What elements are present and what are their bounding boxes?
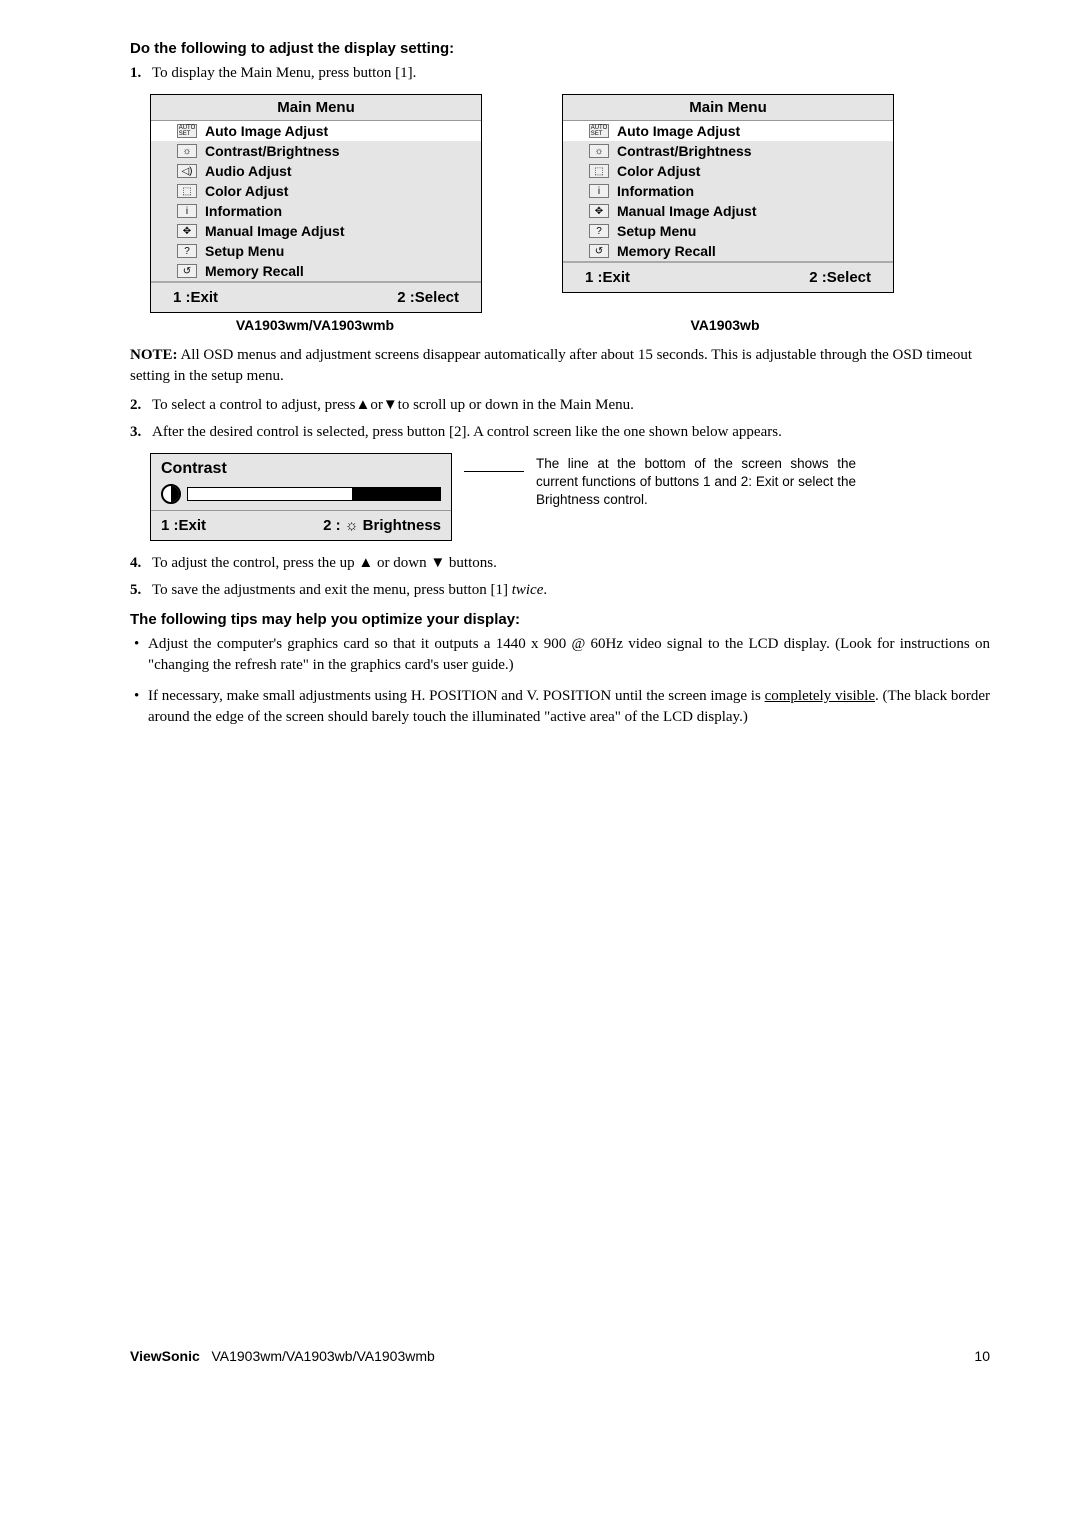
menu-item-color-adjust[interactable]: ⬚ Color Adjust	[151, 181, 481, 201]
step-5: To save the adjustments and exit the men…	[130, 580, 990, 601]
step-1: To display the Main Menu, press button […	[130, 63, 990, 84]
menu-item-auto-image-adjust[interactable]: AUTOSET Auto Image Adjust	[151, 121, 481, 141]
menu-item-label: Auto Image Adjust	[617, 123, 740, 139]
menu-item-label: Memory Recall	[617, 243, 716, 259]
slider-track[interactable]	[187, 487, 441, 501]
brightness-label[interactable]: 2 : ☼ Brightness	[323, 517, 441, 534]
menu-item-label: Contrast/Brightness	[617, 143, 752, 159]
page-number: 10	[974, 1348, 990, 1364]
menu-item-label: Auto Image Adjust	[205, 123, 328, 139]
menu-item-contrast-brightness[interactable]: ☼ Contrast/Brightness	[151, 141, 481, 161]
exit-label[interactable]: 1 :Exit	[161, 517, 206, 534]
brightness-icon: ☼	[589, 144, 609, 158]
main-menu-right: Main Menu AUTOSET Auto Image Adjust ☼ Co…	[562, 94, 894, 293]
menu-item-contrast-brightness[interactable]: ☼ Contrast/Brightness	[563, 141, 893, 161]
menu-footer: 1 :Exit 2 :Select	[151, 281, 481, 312]
brightness-icon: ☼	[177, 144, 197, 158]
contrast-title: Contrast	[161, 460, 441, 478]
menu-item-memory-recall[interactable]: ↺ Memory Recall	[563, 241, 893, 261]
exit-label[interactable]: 1 :Exit	[585, 269, 630, 286]
select-label[interactable]: 2 :Select	[809, 269, 871, 286]
slider-fill	[352, 488, 440, 500]
page-footer: ViewSonic VA1903wm/VA1903wb/VA1903wmb 10	[130, 1348, 990, 1364]
leader-line	[464, 471, 524, 472]
menu-item-label: Manual Image Adjust	[617, 203, 757, 219]
side-note: The line at the bottom of the screen sho…	[536, 455, 856, 510]
tip-1: Adjust the computer's graphics card so t…	[130, 634, 990, 676]
section-heading-2: The following tips may help you optimize…	[130, 611, 990, 628]
contrast-control-panel: Contrast 1 :Exit 2 : ☼ Brightness	[150, 453, 452, 541]
menu-item-auto-image-adjust[interactable]: AUTOSET Auto Image Adjust	[563, 121, 893, 141]
move-icon: ✥	[177, 224, 197, 238]
contrast-slider[interactable]	[161, 484, 441, 504]
menu-item-label: Setup Menu	[205, 243, 284, 259]
caption-left: VA1903wm/VA1903wmb	[150, 317, 480, 333]
contrast-footer: 1 :Exit 2 : ☼ Brightness	[151, 511, 451, 540]
info-icon: i	[177, 204, 197, 218]
recall-icon: ↺	[589, 244, 609, 258]
menu-item-setup-menu[interactable]: ? Setup Menu	[151, 241, 481, 261]
contrast-knob-icon	[161, 484, 181, 504]
section-heading: Do the following to adjust the display s…	[130, 40, 990, 57]
menu-item-information[interactable]: i Information	[151, 201, 481, 221]
auto-set-icon: AUTOSET	[589, 124, 609, 138]
menu-item-label: Color Adjust	[617, 163, 700, 179]
info-icon: i	[589, 184, 609, 198]
menu-item-color-adjust[interactable]: ⬚ Color Adjust	[563, 161, 893, 181]
tip-2: If necessary, make small adjustments usi…	[130, 686, 990, 728]
menu-item-manual-image-adjust[interactable]: ✥ Manual Image Adjust	[151, 221, 481, 241]
main-menu-left: Main Menu AUTOSET Auto Image Adjust ☼ Co…	[150, 94, 482, 313]
caption-right: VA1903wb	[560, 317, 890, 333]
note-paragraph: NOTE: All OSD menus and adjustment scree…	[130, 345, 990, 387]
menu-item-label: Memory Recall	[205, 263, 304, 279]
menu-item-label: Contrast/Brightness	[205, 143, 340, 159]
step-4: To adjust the control, press the up ▲ or…	[130, 553, 990, 574]
menu-item-memory-recall[interactable]: ↺ Memory Recall	[151, 261, 481, 281]
menu-item-manual-image-adjust[interactable]: ✥ Manual Image Adjust	[563, 201, 893, 221]
footer-brand: ViewSonic	[130, 1348, 200, 1364]
move-icon: ✥	[589, 204, 609, 218]
select-label[interactable]: 2 :Select	[397, 289, 459, 306]
menu-item-label: Information	[617, 183, 694, 199]
menu-item-label: Manual Image Adjust	[205, 223, 345, 239]
exit-label[interactable]: 1 :Exit	[173, 289, 218, 306]
menu-comparison-row: Main Menu AUTOSET Auto Image Adjust ☼ Co…	[150, 94, 990, 313]
color-icon: ⬚	[589, 164, 609, 178]
menu-item-label: Color Adjust	[205, 183, 288, 199]
recall-icon: ↺	[177, 264, 197, 278]
question-icon: ?	[177, 244, 197, 258]
question-icon: ?	[589, 224, 609, 238]
auto-set-icon: AUTOSET	[177, 124, 197, 138]
step-3: After the desired control is selected, p…	[130, 422, 990, 443]
menu-item-information[interactable]: i Information	[563, 181, 893, 201]
color-icon: ⬚	[177, 184, 197, 198]
menu-item-label: Information	[205, 203, 282, 219]
menu-item-setup-menu[interactable]: ? Setup Menu	[563, 221, 893, 241]
step-2: To select a control to adjust, press▲or▼…	[130, 395, 990, 416]
footer-model: VA1903wm/VA1903wb/VA1903wmb	[211, 1348, 434, 1364]
menu-captions: VA1903wm/VA1903wmb VA1903wb	[150, 317, 990, 333]
menu-title: Main Menu	[563, 95, 893, 121]
menu-footer: 1 :Exit 2 :Select	[563, 261, 893, 292]
menu-item-label: Setup Menu	[617, 223, 696, 239]
menu-item-audio-adjust[interactable]: ◁) Audio Adjust	[151, 161, 481, 181]
speaker-icon: ◁)	[177, 164, 197, 178]
menu-title: Main Menu	[151, 95, 481, 121]
menu-item-label: Audio Adjust	[205, 163, 292, 179]
